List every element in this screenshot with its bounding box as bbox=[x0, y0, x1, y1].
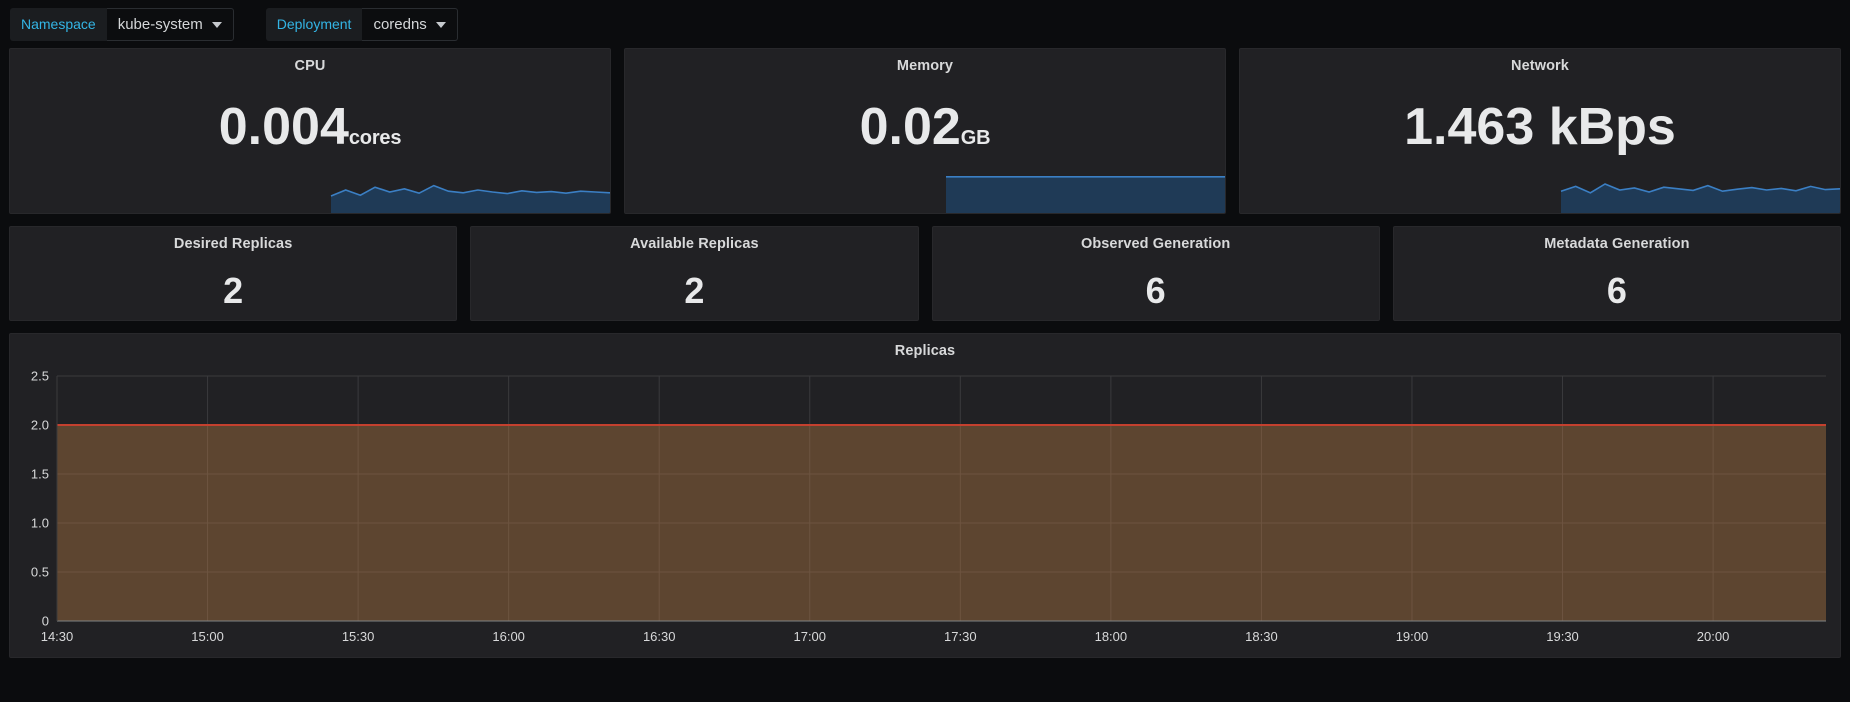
panel-replicas-graph-title: Replicas bbox=[894, 343, 956, 359]
panel-replicas-graph[interactable]: Replicas 0 0.5 1.0 1.5 2.0 2.5 14:30 15:00 15:30… bbox=[9, 333, 1841, 658]
panel-observed-generation[interactable]: Observed Generation 6 bbox=[931, 226, 1380, 321]
chevron-down-icon bbox=[211, 22, 222, 28]
panel-network-value-wrap: 1.463 kBps bbox=[1240, 101, 1840, 153]
variable-deployment-select[interactable]: coredns bbox=[362, 7, 458, 41]
variable-bar: Namespace kube-system Deployment coredns bbox=[0, 0, 1850, 48]
variable-namespace-label: Namespace bbox=[10, 7, 107, 41]
panel-row-2: Desired Replicas 2 Available Replicas 2 … bbox=[9, 226, 1841, 321]
panel-cpu[interactable]: CPU 0.004cores bbox=[9, 48, 611, 214]
panel-memory-unit: GB bbox=[960, 127, 991, 149]
panel-desired-replicas-value: 2 bbox=[223, 270, 244, 311]
panel-desired-replicas[interactable]: Desired Replicas 2 bbox=[9, 226, 458, 321]
panel-row-1: CPU 0.004cores Memory 0.02GB Network 1.4… bbox=[9, 48, 1841, 214]
panel-network-sparkline bbox=[1240, 169, 1840, 213]
panel-available-replicas[interactable]: Available Replicas 2 bbox=[470, 226, 919, 321]
svg-text:2.5: 2.5 bbox=[31, 369, 49, 384]
chevron-down-icon bbox=[435, 22, 446, 28]
svg-text:0.5: 0.5 bbox=[31, 565, 49, 580]
panel-memory[interactable]: Memory 0.02GB bbox=[624, 48, 1226, 214]
panel-metadata-generation-title: Metadata Generation bbox=[1544, 236, 1690, 252]
variable-deployment-value: coredns bbox=[373, 15, 427, 33]
panel-memory-value: 0.02 bbox=[859, 98, 961, 156]
panel-network[interactable]: Network 1.463 kBps bbox=[1239, 48, 1841, 214]
panel-cpu-unit: cores bbox=[348, 127, 402, 149]
panel-memory-value-wrap: 0.02GB bbox=[625, 101, 1225, 153]
panel-cpu-value-wrap: 0.004cores bbox=[10, 101, 610, 153]
panel-network-title: Network bbox=[1511, 58, 1569, 74]
svg-text:14:30: 14:30 bbox=[41, 629, 74, 644]
replicas-chart-canvas: 0 0.5 1.0 1.5 2.0 2.5 14:30 15:00 15:30 16:00 16:3… bbox=[10, 362, 1840, 657]
variable-deployment-label: Deployment bbox=[265, 7, 363, 41]
svg-text:1.0: 1.0 bbox=[31, 516, 49, 531]
panel-metadata-generation-value: 6 bbox=[1606, 270, 1627, 311]
svg-text:19:00: 19:00 bbox=[1396, 629, 1429, 644]
panel-observed-generation-value: 6 bbox=[1145, 270, 1166, 311]
svg-text:15:00: 15:00 bbox=[191, 629, 224, 644]
panel-cpu-value: 0.004 bbox=[218, 98, 349, 156]
panel-cpu-title: CPU bbox=[294, 58, 326, 74]
variable-deployment: Deployment coredns bbox=[265, 7, 458, 41]
panel-desired-replicas-title: Desired Replicas bbox=[173, 236, 293, 252]
panel-available-replicas-value: 2 bbox=[684, 270, 705, 311]
svg-text:18:00: 18:00 bbox=[1095, 629, 1128, 644]
svg-text:17:00: 17:00 bbox=[793, 629, 826, 644]
variable-namespace-value: kube-system bbox=[117, 15, 203, 33]
panel-available-replicas-title: Available Replicas bbox=[630, 236, 759, 252]
variable-namespace: Namespace kube-system bbox=[10, 7, 234, 41]
svg-text:2.0: 2.0 bbox=[31, 418, 49, 433]
panel-cpu-sparkline bbox=[10, 169, 610, 213]
svg-text:16:00: 16:00 bbox=[492, 629, 525, 644]
svg-text:0: 0 bbox=[42, 614, 49, 629]
panel-observed-generation-title: Observed Generation bbox=[1080, 236, 1231, 252]
svg-text:20:00: 20:00 bbox=[1697, 629, 1730, 644]
svg-text:15:30: 15:30 bbox=[342, 629, 375, 644]
panel-network-value: 1.463 kBps bbox=[1404, 98, 1676, 156]
variable-namespace-select[interactable]: kube-system bbox=[106, 7, 234, 41]
panel-row-3: Replicas 0 0.5 1.0 1.5 2.0 2.5 14:30 15:00 15:30… bbox=[9, 333, 1841, 658]
svg-text:19:30: 19:30 bbox=[1546, 629, 1579, 644]
svg-text:1.5: 1.5 bbox=[31, 467, 49, 482]
svg-text:16:30: 16:30 bbox=[643, 629, 676, 644]
panel-metadata-generation[interactable]: Metadata Generation 6 bbox=[1392, 226, 1841, 321]
svg-text:17:30: 17:30 bbox=[944, 629, 977, 644]
svg-text:18:30: 18:30 bbox=[1245, 629, 1278, 644]
panel-memory-sparkline bbox=[625, 169, 1225, 213]
panel-memory-title: Memory bbox=[896, 58, 954, 74]
dashboard-grid: CPU 0.004cores Memory 0.02GB Network 1.4… bbox=[0, 48, 1850, 658]
